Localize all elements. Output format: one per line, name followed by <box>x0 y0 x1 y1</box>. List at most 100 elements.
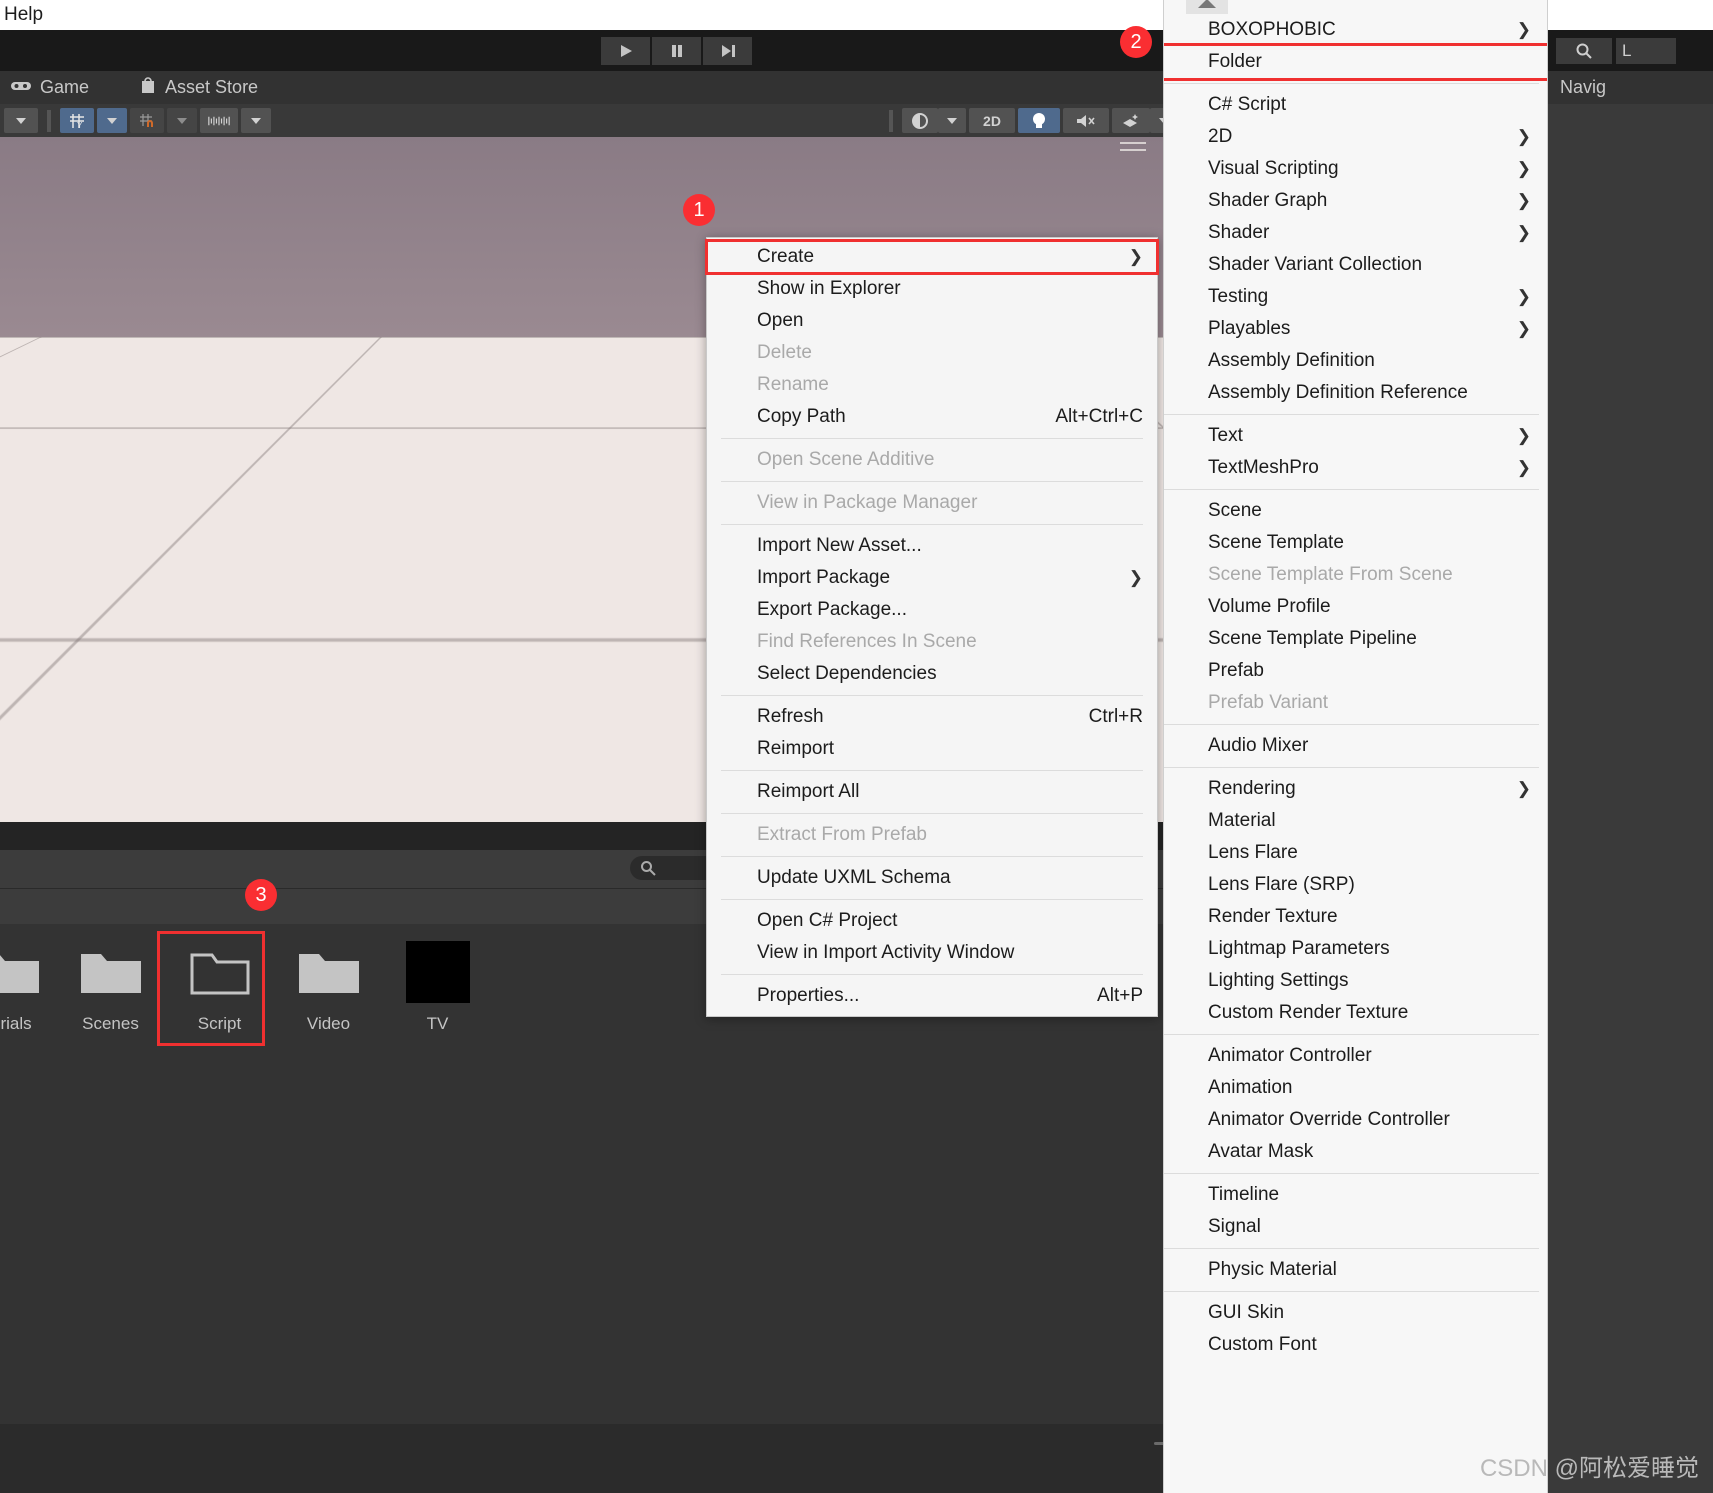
create-menu-item-timeline[interactable]: Timeline <box>1164 1179 1548 1211</box>
create-menu-item-text[interactable]: Text ❯ <box>1164 420 1548 452</box>
context-menu-item-create[interactable]: Create ❯ <box>707 241 1157 273</box>
create-menu-item-material[interactable]: Material <box>1164 805 1548 837</box>
pause-button[interactable] <box>652 37 701 65</box>
menu-item-label: Rendering <box>1208 778 1296 800</box>
step-button[interactable] <box>703 37 752 65</box>
context-menu-item-import-new-asset[interactable]: Import New Asset... <box>707 530 1157 562</box>
create-menu-item-volume-profile[interactable]: Volume Profile <box>1164 591 1548 623</box>
menu-item-label: Folder <box>1208 51 1262 73</box>
menu-bar: Help <box>0 0 1270 30</box>
create-menu-item-shader-graph[interactable]: Shader Graph ❯ <box>1164 185 1548 217</box>
asset-item[interactable]: TV <box>383 934 492 1424</box>
grid-snap-toggle[interactable] <box>130 108 164 133</box>
create-menu-item-lens-flare[interactable]: Lens Flare <box>1164 837 1548 869</box>
context-menu-item-open-c-project[interactable]: Open C# Project <box>707 905 1157 937</box>
gamepad-icon <box>10 77 32 98</box>
create-menu-item-visual-scripting[interactable]: Visual Scripting ❯ <box>1164 153 1548 185</box>
create-menu-item-animation[interactable]: Animation <box>1164 1072 1548 1104</box>
menu-item-label: Scene Template <box>1208 532 1344 554</box>
create-menu-item-textmeshpro[interactable]: TextMeshPro ❯ <box>1164 452 1548 484</box>
chevron-down-icon <box>16 118 26 124</box>
shading-mode[interactable] <box>902 108 938 133</box>
create-menu-item-assembly-definition[interactable]: Assembly Definition <box>1164 345 1548 377</box>
create-menu-item-scene-template-from-scene: Scene Template From Scene <box>1164 559 1548 591</box>
play-button[interactable] <box>601 37 650 65</box>
context-menu-item-open[interactable]: Open <box>707 305 1157 337</box>
create-menu-item-animator-controller[interactable]: Animator Controller <box>1164 1040 1548 1072</box>
context-menu-item-select-dependencies[interactable]: Select Dependencies <box>707 658 1157 690</box>
create-menu-item-lighting-settings[interactable]: Lighting Settings <box>1164 965 1548 997</box>
menu-item-help[interactable]: Help <box>4 4 43 26</box>
create-menu-item-audio-mixer[interactable]: Audio Mixer <box>1164 730 1548 762</box>
toggle-audio[interactable] <box>1063 108 1109 133</box>
create-menu-item-physic-material[interactable]: Physic Material <box>1164 1254 1548 1286</box>
create-menu-item-animator-override-controller[interactable]: Animator Override Controller <box>1164 1104 1548 1136</box>
create-menu-item-render-texture[interactable]: Render Texture <box>1164 901 1548 933</box>
create-menu-item-boxophobic[interactable]: BOXOPHOBIC ❯ <box>1164 14 1548 46</box>
shading-dropdown[interactable] <box>938 108 966 133</box>
menu-item-label: Show in Explorer <box>757 278 901 300</box>
create-menu-item-lens-flare-srp[interactable]: Lens Flare (SRP) <box>1164 869 1548 901</box>
create-menu-item-custom-render-texture[interactable]: Custom Render Texture <box>1164 997 1548 1029</box>
menu-item-label: Import Package <box>757 567 890 589</box>
asset-item[interactable]: terials <box>0 934 48 1424</box>
step-badge-1: 1 <box>683 194 715 226</box>
chevron-down-icon <box>947 118 957 124</box>
create-menu-item-signal[interactable]: Signal <box>1164 1211 1548 1243</box>
create-menu-item-testing[interactable]: Testing ❯ <box>1164 281 1548 313</box>
grid-snap-dropdown[interactable] <box>167 108 197 133</box>
create-menu-item-shader[interactable]: Shader ❯ <box>1164 217 1548 249</box>
context-menu-item-import-package[interactable]: Import Package ❯ <box>707 562 1157 594</box>
create-menu-item-custom-font[interactable]: Custom Font <box>1164 1329 1548 1361</box>
pivot-rotation-toggle[interactable]: Y <box>60 108 94 133</box>
create-menu-item-folder[interactable]: Folder <box>1164 46 1548 78</box>
context-menu-item-refresh[interactable]: Refresh Ctrl+R <box>707 701 1157 733</box>
create-menu-item-avatar-mask[interactable]: Avatar Mask <box>1164 1136 1548 1168</box>
asset-item[interactable]: Video <box>274 934 383 1424</box>
asset-context-menu: Create ❯ Show in Explorer Open Delete Rename C… <box>706 237 1158 1017</box>
create-menu-item-scene-template-pipeline[interactable]: Scene Template Pipeline <box>1164 623 1548 655</box>
tab-game[interactable]: Game <box>0 71 103 104</box>
context-menu-item-reimport-all[interactable]: Reimport All <box>707 776 1157 808</box>
submenu-scroll-up-button[interactable] <box>1186 0 1228 14</box>
tab-asset-store[interactable]: Asset Store <box>103 71 272 104</box>
toggle-2d[interactable]: 2D <box>969 108 1015 133</box>
submenu-separator <box>1164 489 1539 490</box>
snap-dropdown[interactable] <box>241 108 271 133</box>
menu-separator <box>721 899 1143 900</box>
create-menu-item-rendering[interactable]: Rendering ❯ <box>1164 773 1548 805</box>
create-menu-item-gui-skin[interactable]: GUI Skin <box>1164 1297 1548 1329</box>
snap-increment[interactable] <box>200 108 238 133</box>
effects-toggle[interactable] <box>1112 108 1150 133</box>
menu-item-label: Update UXML Schema <box>757 867 951 889</box>
context-menu-item-show-in-explorer[interactable]: Show in Explorer <box>707 273 1157 305</box>
create-menu-item-assembly-definition-reference[interactable]: Assembly Definition Reference <box>1164 377 1548 409</box>
context-menu-item-view-in-import-activity-window[interactable]: View in Import Activity Window <box>707 937 1157 969</box>
create-menu-item-shader-variant-collection[interactable]: Shader Variant Collection <box>1164 249 1548 281</box>
create-menu-item-prefab[interactable]: Prefab <box>1164 655 1548 687</box>
layers-dropdown[interactable]: L <box>1616 38 1676 64</box>
tab-navigation[interactable]: Navig <box>1548 71 1713 104</box>
asset-label: Video <box>307 1014 350 1034</box>
create-menu-item-lightmap-parameters[interactable]: Lightmap Parameters <box>1164 933 1548 965</box>
create-menu-item-2d[interactable]: 2D ❯ <box>1164 121 1548 153</box>
context-menu-item-copy-path[interactable]: Copy Path Alt+Ctrl+C <box>707 401 1157 433</box>
menu-separator <box>721 438 1143 439</box>
create-menu-item-playables[interactable]: Playables ❯ <box>1164 313 1548 345</box>
menu-item-label: Custom Render Texture <box>1208 1002 1408 1024</box>
context-menu-item-export-package[interactable]: Export Package... <box>707 594 1157 626</box>
asset-item[interactable]: Scenes <box>56 934 165 1424</box>
watermark: CSDN @阿松爱睡觉 <box>1480 1448 1699 1483</box>
create-menu-item-c-script[interactable]: C# Script <box>1164 89 1548 121</box>
toggle-lighting[interactable] <box>1018 108 1060 133</box>
pivot-dropdown[interactable] <box>97 108 127 133</box>
create-menu-item-scene[interactable]: Scene <box>1164 495 1548 527</box>
context-menu-item-reimport[interactable]: Reimport <box>707 733 1157 765</box>
search-button[interactable] <box>1556 38 1612 64</box>
create-menu-item-scene-template[interactable]: Scene Template <box>1164 527 1548 559</box>
submenu-separator <box>1164 724 1539 725</box>
tool-dropdown[interactable] <box>4 108 38 133</box>
context-menu-item-properties[interactable]: Properties... Alt+P <box>707 980 1157 1012</box>
viewport-menu-icon[interactable] <box>1120 142 1146 156</box>
context-menu-item-update-uxml-schema[interactable]: Update UXML Schema <box>707 862 1157 894</box>
